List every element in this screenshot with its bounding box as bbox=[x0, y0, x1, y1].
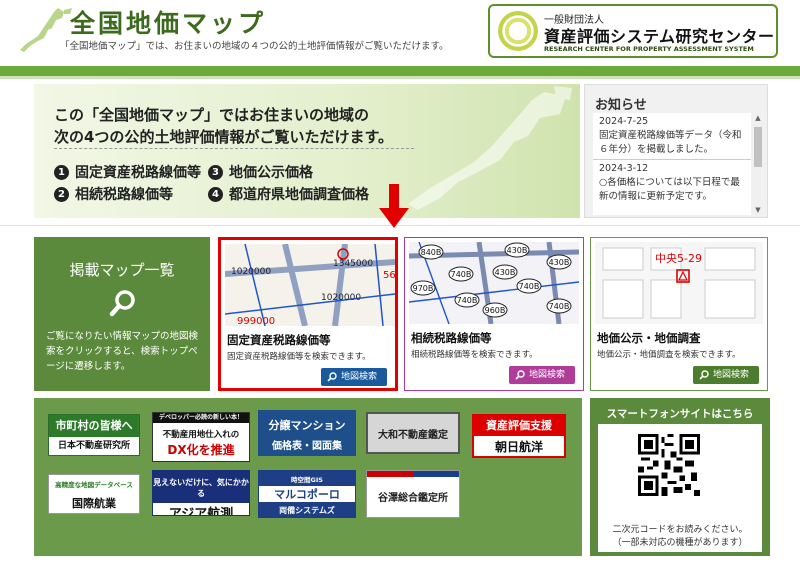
hero-item-2: 2 相続税路線価等 bbox=[54, 184, 173, 204]
banner-dx[interactable]: デベロッパー必読の新しい本！ 不動産用地仕入れの DX化を推進 bbox=[152, 412, 250, 462]
map-label: 1020000 bbox=[231, 267, 271, 277]
map-label: 740B bbox=[519, 282, 540, 291]
map-label: 840B bbox=[421, 248, 442, 257]
map-label: 56 bbox=[383, 270, 395, 281]
card-fixed-asset-tax[interactable]: 999000 1020000 1020000 1345000 56 固定資産税路… bbox=[218, 237, 398, 391]
news-panel: お知らせ 2024-7-25 固定資産税路線価等データ（令和６年分）を掲載しまし… bbox=[584, 84, 768, 218]
red-down-arrow-icon bbox=[379, 184, 409, 228]
site-header: 全国地価マップ 「全国地価マップ」では、お住まいの地域の４つの公的土地評価情報が… bbox=[0, 0, 800, 66]
number-badge: 1 bbox=[54, 164, 69, 180]
card-title: 固定資産税路線価等 bbox=[227, 333, 331, 347]
card-inheritance-tax[interactable]: 840B 430B 740B 970B 740B 960B 430B 740B … bbox=[404, 237, 584, 391]
map-list-card[interactable]: 掲載マップ一覧 ご覧になりたい情報マップの地図検索をクリックすると、検索トップペ… bbox=[34, 237, 210, 391]
search-icon bbox=[327, 372, 337, 382]
scrollbar-thumb[interactable] bbox=[754, 127, 762, 167]
number-badge: 2 bbox=[54, 186, 69, 202]
banner-asia[interactable]: 見えないだけに、気にかかる アジア航測 bbox=[152, 470, 250, 516]
news-text: ○各価格については以下日程で最新の情報に更新予定です。 bbox=[599, 177, 740, 202]
map-label: 430B bbox=[549, 258, 570, 267]
search-icon bbox=[699, 370, 709, 380]
scroll-up-icon[interactable]: ▲ bbox=[753, 113, 763, 123]
banner-asahi[interactable]: 資産評価支援 朝日航洋 bbox=[472, 414, 566, 458]
site-title[interactable]: 全国地価マップ bbox=[70, 4, 266, 40]
hero-line-2: 次の4つの公的土地評価情報がご覧いただけます。 bbox=[54, 128, 393, 146]
map-search-button[interactable]: 地図検索 bbox=[692, 366, 759, 384]
card-land-price[interactable]: 中央5-29 地価公示・地価調査 地価公示・地価調査を検索できます。 地図検索 bbox=[590, 237, 768, 391]
map-label: 中央5-29 bbox=[655, 252, 702, 265]
news-date: 2024-3-12 bbox=[599, 163, 649, 174]
smartphone-note-sub: （一部未対応の機種があります） bbox=[612, 538, 748, 548]
news-list[interactable]: 2024-7-25 固定資産税路線価等データ（令和６年分）を掲載しました。 20… bbox=[593, 113, 751, 215]
map-label: 430B bbox=[495, 268, 516, 277]
card-description: 地価公示・地価調査を検索できます。 bbox=[597, 350, 741, 360]
search-icon bbox=[515, 370, 525, 380]
banner-yamato[interactable]: 大和不動産鑑定 bbox=[366, 412, 460, 454]
qr-code-icon[interactable] bbox=[634, 430, 704, 500]
hero-item-4: 4 都道府県地価調査価格 bbox=[208, 184, 369, 204]
research-center-logo[interactable]: 一般財団法人 資産評価システム研究センター RESEARCH CENTER FO… bbox=[488, 4, 778, 58]
map-label: 1345000 bbox=[333, 259, 373, 269]
banner-yazawa[interactable]: 谷澤総合鑑定所 bbox=[366, 470, 460, 518]
org-name: 資産評価システム研究センター bbox=[544, 27, 775, 46]
map-search-button[interactable]: 地図検索 bbox=[508, 366, 575, 384]
banner-kokusai[interactable]: 高精度な地図データベース 国際航業 bbox=[48, 474, 140, 514]
map-list-title: 掲載マップ一覧 bbox=[69, 261, 175, 279]
news-item[interactable]: 2024-7-25 固定資産税路線価等データ（令和６年分）を掲載しました。 bbox=[593, 113, 751, 160]
header-bar-light bbox=[0, 76, 800, 79]
search-icon bbox=[109, 290, 135, 317]
map-label: 740B bbox=[549, 302, 570, 311]
sponsor-banners: 市町村の皆様へ 日本不動産研究所 デベロッパー必読の新しい本！ 不動産用地仕入れ… bbox=[34, 398, 582, 556]
smartphone-panel: スマートフォンサイトはこちら 二次元コードをお読みください。 （一部未対応の機種… bbox=[590, 398, 770, 556]
map-label: 1020000 bbox=[321, 293, 361, 303]
scroll-down-icon[interactable]: ▼ bbox=[753, 205, 763, 215]
news-date: 2024-7-25 bbox=[599, 116, 649, 127]
smartphone-title: スマートフォンサイトはこちら bbox=[606, 408, 754, 420]
news-scrollbar[interactable]: ▲ ▼ bbox=[753, 113, 763, 215]
banner-marco[interactable]: 時空間GIS マルコポーロ 両備システムズ bbox=[258, 470, 356, 518]
hero-item-1: 1 固定資産税路線価等 bbox=[54, 162, 201, 182]
land-price-map-thumbnail[interactable]: 中央5-29 bbox=[595, 242, 763, 324]
map-label: 740B bbox=[451, 270, 472, 279]
news-item[interactable]: 2024-3-12 ○各価格については以下日程で最新の情報に更新予定です。 bbox=[593, 160, 751, 206]
card-description: 固定資産税路線価等を検索できます。 bbox=[227, 352, 371, 362]
hero-banner: この「全国地価マップ」ではお住まいの地域の 次の4つの公的土地評価情報がご覧いた… bbox=[34, 84, 580, 218]
hero-divider bbox=[54, 148, 414, 149]
news-text: 固定資産税路線価等データ（令和６年分）を掲載しました。 bbox=[599, 130, 742, 155]
map-list-description: ご覧になりたい情報マップの地図検索をクリックすると、検索トップページに遷移します… bbox=[46, 331, 199, 372]
map-label: 970B bbox=[413, 284, 434, 293]
number-badge: 4 bbox=[208, 186, 223, 202]
hero-line-1: この「全国地価マップ」ではお住まいの地域の bbox=[54, 106, 370, 124]
card-title: 相続税路線価等 bbox=[411, 331, 492, 345]
card-description: 相続税路線価等を検索できます。 bbox=[411, 350, 538, 360]
map-label: 740B bbox=[457, 296, 478, 305]
card-title: 地価公示・地価調査 bbox=[597, 331, 701, 345]
header-bar bbox=[0, 66, 800, 76]
banner-mansion[interactable]: 分譲マンション 価格表・図面集 bbox=[258, 410, 356, 456]
fixed-asset-map-thumbnail[interactable]: 999000 1020000 1020000 1345000 56 bbox=[225, 244, 395, 326]
map-search-button[interactable]: 地図検索 bbox=[320, 368, 387, 386]
site-subtitle: 「全国地価マップ」では、お住まいの地域の４つの公的土地評価情報がご覧いただけます… bbox=[60, 41, 449, 52]
map-label: 430B bbox=[507, 246, 528, 255]
smartphone-note: 二次元コードをお読みください。 bbox=[612, 525, 748, 535]
hero-item-3: 3 地価公示価格 bbox=[208, 162, 313, 182]
org-name-en: RESEARCH CENTER FOR PROPERTY ASSESSMENT … bbox=[544, 45, 754, 53]
news-title: お知らせ bbox=[595, 98, 647, 113]
sun-logo-icon bbox=[498, 11, 538, 51]
map-label: 999000 bbox=[237, 316, 275, 326]
banner-municipality[interactable]: 市町村の皆様へ 日本不動産研究所 bbox=[48, 414, 140, 456]
map-label: 960B bbox=[485, 306, 506, 315]
number-badge: 3 bbox=[208, 164, 223, 180]
inheritance-map-thumbnail[interactable]: 840B 430B 740B 970B 740B 960B 430B 740B … bbox=[409, 242, 579, 324]
